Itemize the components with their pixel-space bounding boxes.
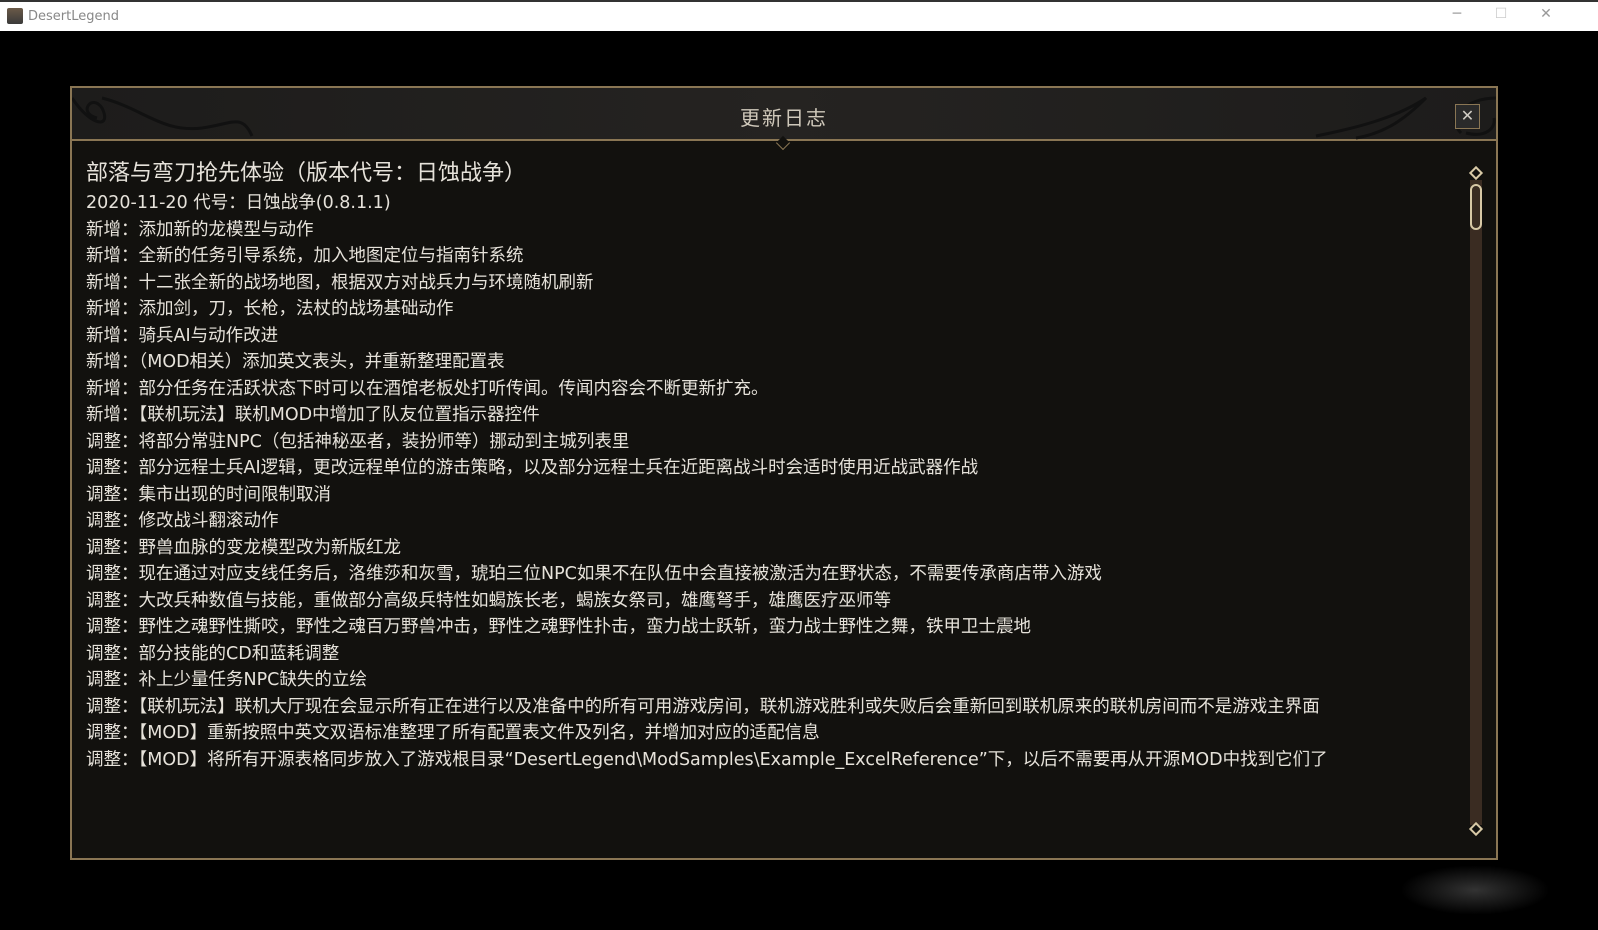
app-icon bbox=[7, 8, 23, 24]
changelog-line: 调整：集市出现的时间限制取消 bbox=[86, 484, 331, 505]
dialog-header: 更新日志 ✕ bbox=[72, 88, 1496, 151]
window-titlebar: DesertLegend ─ ☐ ✕ bbox=[0, 0, 1598, 31]
changelog-heading: 部落与弯刀抢先体验（版本代号：日蚀战争） bbox=[86, 161, 527, 186]
maximize-button[interactable]: ☐ bbox=[1486, 6, 1516, 22]
changelog-line: 调整：现在通过对应支线任务后，洛维莎和灰雪，琥珀三位NPC如果不在队伍中会直接被… bbox=[86, 564, 1102, 584]
changelog-line: 调整：【MOD】重新按照中英文双语标准整理了所有配置表文件及列名，并增加对应的适… bbox=[86, 723, 820, 743]
window-title: DesertLegend bbox=[28, 9, 119, 24]
header-chevron-icon bbox=[775, 135, 791, 151]
changelog-line: 新增：添加剑，刀，长枪，法杖的战场基础动作 bbox=[86, 299, 454, 319]
changelog-line: 新增：全新的任务引导系统，加入地图定位与指南针系统 bbox=[86, 246, 524, 266]
changelog-line: 新增：骑兵AI与动作改进 bbox=[86, 325, 279, 346]
changelog-line: 新增：部分任务在活跃状态下时可以在酒馆老板处打听传闻。传闻内容会不断更新扩充。 bbox=[86, 378, 769, 399]
changelog-line: 新增：十二张全新的战场地图，根据双方对战兵力与环境随机刷新 bbox=[86, 272, 594, 293]
changelog-line: 调整：【联机玩法】联机大厅现在会显示所有正在进行以及准备中的所有可用游戏房间，联… bbox=[86, 696, 1320, 717]
changelog-line: 调整：修改战斗翻滚动作 bbox=[86, 511, 279, 531]
dialog-close-button[interactable]: ✕ bbox=[1455, 104, 1480, 129]
changelog-line: 新增：【联机玩法】联机MOD中增加了队友位置指示器控件 bbox=[86, 405, 540, 425]
changelog-dialog: 更新日志 ✕ 部落与弯刀抢先体验（版本代号：日蚀战争） 2020-11-20 代… bbox=[70, 86, 1498, 860]
changelog-line: 调整：大改兵种数值与技能，重做部分高级兵特性如蝎族长老，蝎族女祭司，雄鹰弩手，雄… bbox=[86, 590, 891, 611]
changelog-line: 调整：将部分常驻NPC（包括神秘巫者，装扮师等）挪动到主城列表里 bbox=[86, 431, 630, 452]
changelog-content: 部落与弯刀抢先体验（版本代号：日蚀战争） 2020-11-20 代号：日蚀战争(… bbox=[86, 158, 1466, 773]
minimize-button[interactable]: ─ bbox=[1442, 6, 1472, 22]
corner-glow bbox=[1400, 865, 1550, 915]
changelog-line: 调整：部分远程士兵AI逻辑，更改远程单位的游击策略，以及部分远程士兵在近距离战斗… bbox=[86, 458, 979, 478]
scrollbar-thumb[interactable] bbox=[1470, 184, 1482, 230]
dialog-title: 更新日志 bbox=[740, 106, 828, 130]
changelog-line: 调整：野性之魂野性撕咬，野性之魂百万野兽冲击，野性之魂野性扑击，蛮力战士跃斩，蛮… bbox=[86, 617, 1031, 637]
changelog-line: 调整：野兽血脉的变龙模型改为新版红龙 bbox=[86, 537, 401, 558]
scroll-up-icon[interactable] bbox=[1468, 165, 1484, 181]
changelog-line: 调整：【MOD】将所有开源表格同步放入了游戏根目录“DesertLegend\M… bbox=[86, 749, 1328, 770]
changelog-line: 调整：部分技能的CD和蓝耗调整 bbox=[86, 643, 340, 664]
changelog-line: 新增：（MOD相关）添加英文表头，并重新整理配置表 bbox=[86, 352, 505, 372]
changelog-line: 调整：补上少量任务NPC缺失的立绘 bbox=[86, 670, 367, 690]
scrollbar-track[interactable] bbox=[1470, 180, 1482, 825]
changelog-line: 新增：添加新的龙模型与动作 bbox=[86, 219, 314, 240]
changelog-line: 2020-11-20 代号：日蚀战争(0.8.1.1) bbox=[86, 193, 391, 213]
window-close-button[interactable]: ✕ bbox=[1531, 6, 1561, 22]
